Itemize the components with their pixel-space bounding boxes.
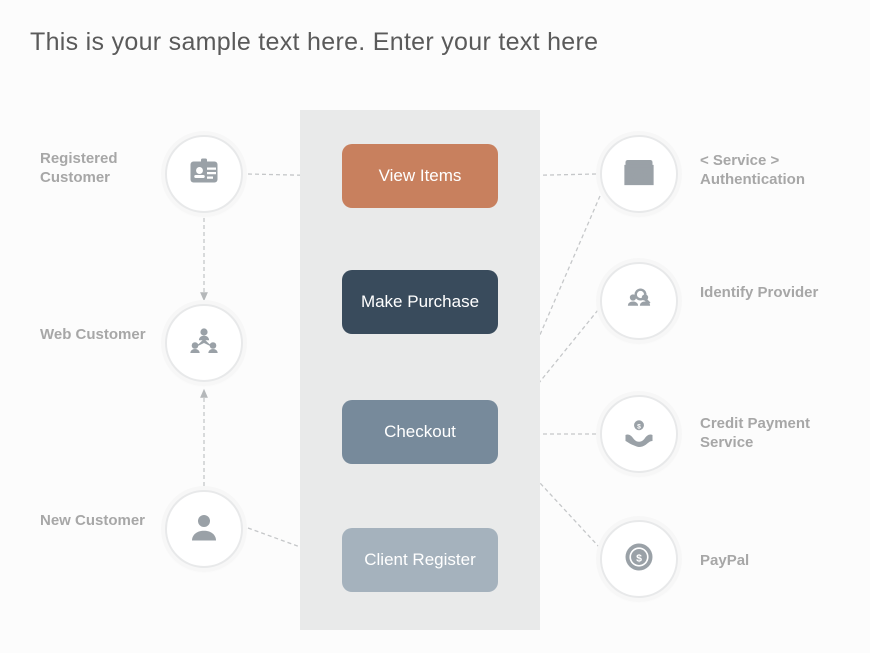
label-registered-customer: Registered Customer: [40, 150, 160, 188]
hands-coin-icon: $: [621, 414, 657, 455]
svg-text:$: $: [636, 552, 642, 564]
node-new-customer: [165, 490, 243, 568]
action-make-purchase: Make Purchase: [342, 270, 498, 334]
action-client-register: Client Register: [342, 528, 498, 592]
currency-coin-icon: $: [621, 539, 657, 580]
svg-text:$: $: [637, 423, 641, 430]
label-web-customer: Web Customer: [40, 326, 160, 345]
user-icon: [186, 509, 222, 550]
actions-panel: View Items Make Purchase Checkout Client…: [300, 110, 540, 630]
label-service-authentication: < Service > Authentication: [700, 152, 865, 190]
action-checkout: Checkout: [342, 400, 498, 464]
label-credit-payment-service: Credit Payment Service: [700, 415, 865, 453]
code-window-icon: [621, 154, 657, 195]
inspect-group-icon: [621, 281, 657, 322]
page-title: This is your sample text here. Enter you…: [30, 28, 598, 57]
node-identify-provider: [600, 262, 678, 340]
node-credit-payment-service: $: [600, 395, 678, 473]
node-web-customer: [165, 304, 243, 382]
node-service-authentication: [600, 135, 678, 213]
org-group-icon: [186, 323, 222, 364]
action-view-items: View Items: [342, 144, 498, 208]
label-identify-provider: Identify Provider: [700, 284, 865, 303]
id-badge-icon: [186, 154, 222, 195]
node-paypal: $: [600, 520, 678, 598]
label-paypal: PayPal: [700, 552, 865, 571]
label-new-customer: New Customer: [40, 512, 160, 531]
node-registered-customer: [165, 135, 243, 213]
